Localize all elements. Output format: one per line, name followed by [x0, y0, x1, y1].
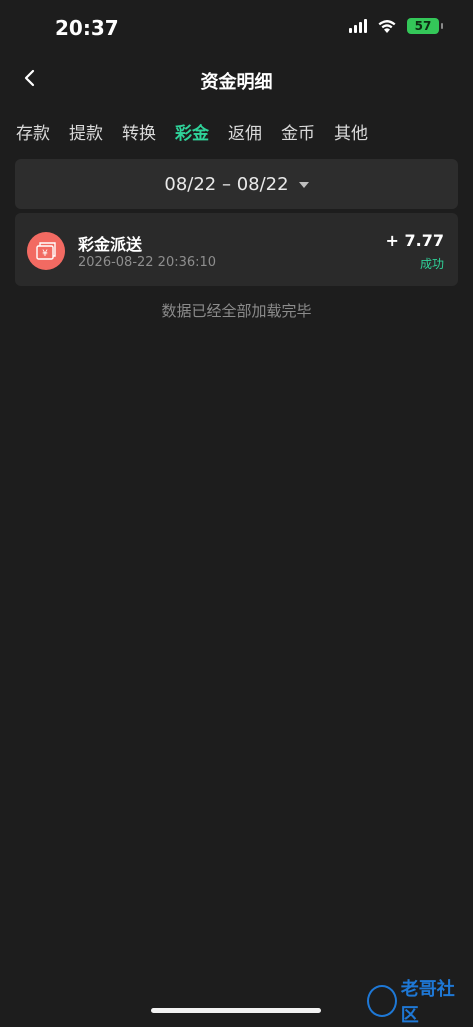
tab-coins[interactable]: 金币: [281, 119, 315, 144]
nav-bar: 资金明细: [0, 56, 473, 106]
record-amount: + 7.77: [385, 231, 444, 250]
record-name: 彩金派送: [78, 235, 143, 254]
page-title: 资金明细: [200, 72, 273, 93]
tab-withdraw[interactable]: 提款: [69, 119, 103, 144]
tab-other[interactable]: 其他: [334, 119, 368, 144]
watermark-logo-icon: [367, 985, 397, 1017]
red-envelope-icon: ¥: [27, 232, 65, 270]
list-item[interactable]: ¥ 彩金派送 2026-08-22 20:36:10 + 7.77 成功: [15, 213, 458, 286]
tab-rebate[interactable]: 返佣: [228, 119, 262, 144]
list-end-text: 数据已经全部加载完毕: [161, 302, 312, 320]
battery-level: 57: [414, 19, 432, 33]
battery-icon: 57: [407, 18, 443, 34]
record-time: 2026-08-22 20:36:10: [78, 255, 217, 270]
record-status: 成功: [419, 257, 444, 271]
tab-deposit[interactable]: 存款: [16, 119, 50, 144]
date-range-text: 08/22 – 08/22: [164, 173, 289, 195]
watermark: 老哥社区: [367, 979, 467, 1026]
tab-bonus[interactable]: 彩金: [175, 119, 209, 144]
caret-down-icon: [298, 182, 309, 188]
svg-text:¥: ¥: [42, 249, 48, 259]
status-bar: 20:37 57: [0, 0, 473, 56]
tab-transfer[interactable]: 转换: [122, 119, 156, 144]
wifi-icon: [378, 20, 396, 33]
home-indicator[interactable]: [151, 1008, 321, 1013]
cellular-signal-icon: [349, 19, 367, 33]
watermark-text: 老哥社区: [400, 979, 455, 1026]
date-range-selector[interactable]: 08/22 – 08/22: [15, 159, 458, 209]
status-time: 20:37: [55, 16, 119, 40]
status-icons: 57: [349, 18, 443, 34]
category-tabs: 存款 提款 转换 彩金 返佣 金币 其他: [16, 119, 368, 144]
